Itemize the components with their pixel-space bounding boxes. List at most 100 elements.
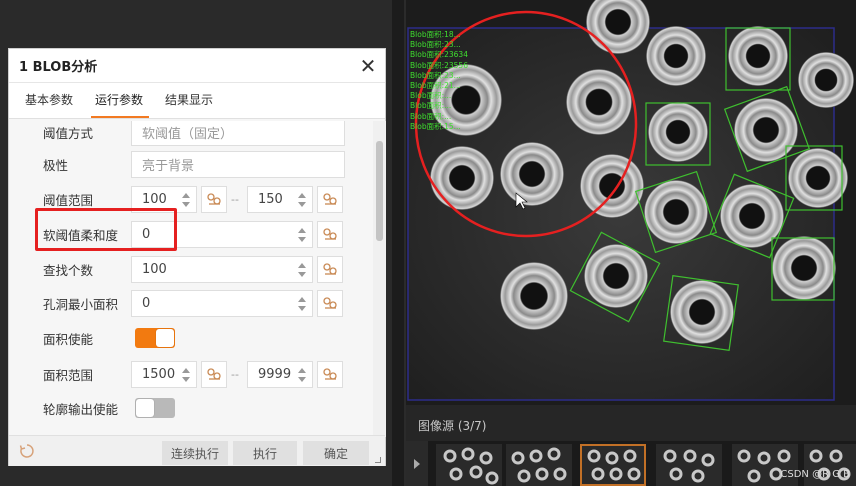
blob-result-image xyxy=(406,0,856,405)
contour-output-enable-label: 轮廓输出使能 xyxy=(43,401,119,417)
stepper-icon[interactable] xyxy=(298,262,306,277)
threshold-range-max-input[interactable]: 150 xyxy=(247,185,313,213)
threshold-range-max-value: 150 xyxy=(258,191,283,207)
tab-bar: 基本参数 运行参数 结果显示 xyxy=(9,83,385,119)
min-hole-area-label: 孔洞最小面积 xyxy=(43,296,119,312)
min-hole-area-input[interactable]: 0 xyxy=(131,289,313,317)
threshold-mode-select[interactable]: 软阈值（固定） xyxy=(131,121,345,146)
area-range-max-input[interactable]: 9999 xyxy=(247,360,313,388)
contour-output-enable-toggle[interactable] xyxy=(135,398,175,418)
threshold-mode-label: 阈值方式 xyxy=(43,125,94,141)
stepper-icon[interactable] xyxy=(298,192,306,207)
blob-label: Blob面积:18... xyxy=(410,30,461,39)
run-button[interactable]: 执行 xyxy=(233,441,297,465)
image-source-label: 图像源 (3/7) xyxy=(418,419,487,433)
find-count-label: 查找个数 xyxy=(43,262,94,278)
find-count-link-button[interactable] xyxy=(317,255,343,283)
area-enable-toggle[interactable] xyxy=(135,328,175,348)
image-source-bar: 图像源 (3/7) xyxy=(406,405,856,441)
blob-label: Blob面积:... xyxy=(410,101,452,111)
stepper-icon[interactable] xyxy=(182,192,190,207)
threshold-range-max-link-button[interactable] xyxy=(317,185,343,213)
scrollbar-thumb[interactable] xyxy=(376,141,383,241)
stepper-icon[interactable] xyxy=(298,227,306,242)
polarity-label: 极性 xyxy=(43,157,69,173)
panel-divider[interactable] xyxy=(392,0,404,486)
thumbnail-1[interactable] xyxy=(436,444,502,486)
blob-analysis-dialog: 1 BLOB分析 ✕ 基本参数 运行参数 结果显示 阈值方式 软阈值（固定） 极… xyxy=(8,48,386,466)
toggle-knob xyxy=(136,399,154,417)
link-icon xyxy=(207,368,221,380)
blob-label: Blob面积:23... xyxy=(410,40,461,50)
continuous-run-button[interactable]: 连续执行 xyxy=(162,441,228,465)
play-arrow-icon xyxy=(414,458,420,469)
threshold-range-min-link-button[interactable] xyxy=(201,185,227,213)
link-icon xyxy=(323,297,337,309)
area-range-min-link-button[interactable] xyxy=(201,360,227,388)
tab-result-display[interactable]: 结果显示 xyxy=(155,91,225,118)
param-row-contour-output-enable: 轮廓输出使能 xyxy=(9,393,373,423)
thumbnail-4[interactable] xyxy=(656,444,722,486)
link-icon xyxy=(323,368,337,380)
param-row-area-enable: 面积使能 xyxy=(9,323,373,353)
param-row-find-count: 查找个数 100 xyxy=(9,254,373,284)
thumbnail-expand-button[interactable] xyxy=(406,441,428,486)
stepper-icon[interactable] xyxy=(298,296,306,311)
param-row-min-hole-area: 孔洞最小面积 0 xyxy=(9,288,373,318)
annotation-highlight-box xyxy=(35,208,177,251)
param-row-area-range: 面积范围 1500 -- 9999 xyxy=(9,359,373,389)
find-count-value: 100 xyxy=(142,261,167,277)
tab-basic-params[interactable]: 基本参数 xyxy=(15,91,85,118)
blob-label: Blob面积:23556 xyxy=(410,60,468,70)
area-range-label: 面积范围 xyxy=(43,367,94,383)
dialog-footer: 连续执行 执行 确定 xyxy=(9,435,385,466)
polarity-select[interactable]: 亮于背景 xyxy=(131,150,345,178)
threshold-range-label: 阈值范围 xyxy=(43,192,94,208)
param-row-threshold-mode: 阈值方式 软阈值（固定） xyxy=(9,121,373,147)
link-icon xyxy=(323,263,337,275)
tab-run-params[interactable]: 运行参数 xyxy=(85,91,155,118)
param-row-polarity: 极性 亮于背景 xyxy=(9,149,373,179)
blob-label: Blob面积:23... xyxy=(410,70,461,80)
link-icon xyxy=(323,193,337,205)
threshold-mode-value: 软阈值（固定） xyxy=(142,126,234,142)
area-range-max-link-button[interactable] xyxy=(317,360,343,388)
min-hole-area-value: 0 xyxy=(142,295,151,311)
params-panel: 阈值方式 软阈值（固定） 极性 亮于背景 阈值范围 100 -- 150 软阈值… xyxy=(9,121,373,437)
thumbnail-image xyxy=(506,444,572,486)
params-scrollbar[interactable] xyxy=(373,121,386,437)
blob-label-list: Blob面积:18... Blob面积:23... Blob面积:23634 B… xyxy=(410,30,468,132)
thumbnail-2[interactable] xyxy=(506,444,572,486)
threshold-range-min-value: 100 xyxy=(142,191,167,207)
blob-label: Blob面积:15... xyxy=(410,121,461,131)
toggle-knob xyxy=(156,329,174,347)
blob-label: Blob面积:23634 xyxy=(410,50,468,60)
range-separator: -- xyxy=(231,193,239,206)
image-canvas[interactable]: Blob面积:18... Blob面积:23... Blob面积:23634 B… xyxy=(406,0,856,405)
stepper-icon[interactable] xyxy=(298,367,306,382)
blob-label: Blob面积:... xyxy=(410,91,452,101)
blob-label: Blob面积:... xyxy=(410,111,452,121)
min-hole-area-link-button[interactable] xyxy=(317,289,343,317)
thumbnail-image xyxy=(582,446,644,484)
blob-label: Blob面积:21... xyxy=(410,81,461,91)
soft-threshold-softness-link-button[interactable] xyxy=(317,220,343,248)
confirm-button[interactable]: 确定 xyxy=(303,441,369,465)
link-icon xyxy=(323,228,337,240)
dialog-title: 1 BLOB分析 xyxy=(19,60,98,75)
stepper-icon[interactable] xyxy=(182,367,190,382)
area-range-max-value: 9999 xyxy=(258,366,292,382)
thumbnail-strip: CSDN @R G B xyxy=(406,441,856,486)
link-icon xyxy=(207,193,221,205)
area-range-min-input[interactable]: 1500 xyxy=(131,360,197,388)
reset-icon[interactable] xyxy=(19,443,35,459)
resize-grip[interactable] xyxy=(375,457,381,463)
close-button[interactable]: ✕ xyxy=(351,49,385,83)
range-separator: -- xyxy=(231,368,239,381)
area-range-min-value: 1500 xyxy=(142,366,176,382)
area-enable-label: 面积使能 xyxy=(43,331,94,347)
dialog-titlebar: 1 BLOB分析 ✕ xyxy=(9,49,385,83)
thumbnail-3-selected[interactable] xyxy=(580,444,646,486)
find-count-input[interactable]: 100 xyxy=(131,255,313,283)
thumbnail-image xyxy=(436,444,502,486)
